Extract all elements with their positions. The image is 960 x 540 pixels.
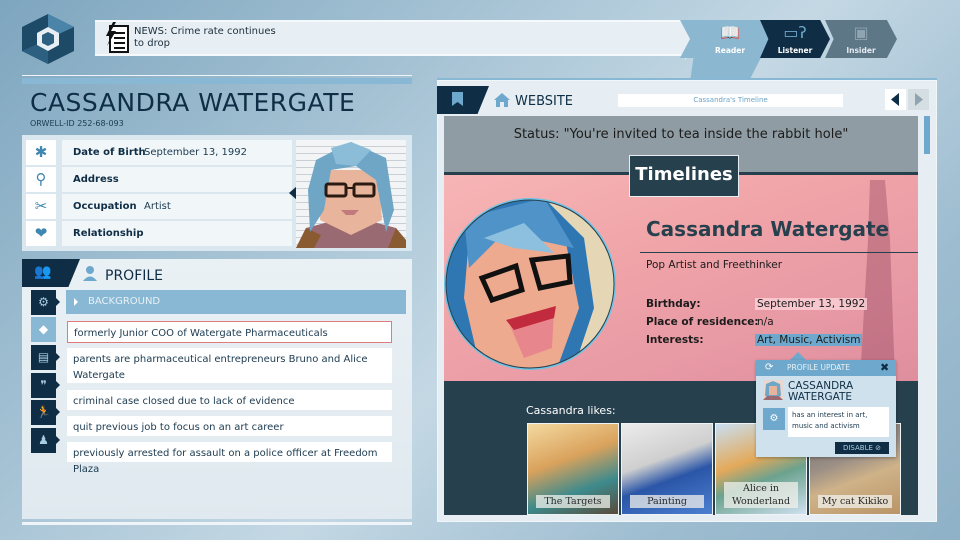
site-profile-name: Cassandra Watergate	[646, 217, 890, 241]
address-bar[interactable]: Cassandra's Timeline	[618, 94, 843, 107]
tower-illustration	[860, 180, 895, 380]
site-profile-subtitle: Pop Artist and Freethinker	[646, 259, 783, 271]
asterisk-icon: ✱	[26, 140, 56, 165]
field-address[interactable]: ⚲ Address	[22, 167, 292, 192]
person-name: CASSANDRA WATERGATE	[30, 88, 356, 117]
hearts-icon: ❤	[26, 221, 56, 246]
fact-item[interactable]: parents are pharmaceutical entrepreneurs…	[67, 348, 392, 383]
mode-switcher: 📖 Reader ▭ʔ Listener ▣ Insider	[0, 20, 960, 58]
field-occupation[interactable]: ✂ Occupation Artist	[22, 194, 292, 219]
monitor-icon: ▣	[853, 23, 869, 42]
like-caption: Painting	[630, 495, 704, 508]
people-icon[interactable]: ♟	[31, 428, 60, 453]
divider	[22, 75, 412, 76]
popup-pointer	[790, 352, 806, 360]
mugshot-photo	[296, 140, 406, 248]
people-icon: 👥	[34, 264, 52, 280]
field-label: Occupation	[62, 194, 292, 219]
notebook-icon[interactable]: ▤	[31, 345, 60, 370]
likes-label: Cassandra likes:	[526, 404, 616, 417]
birthday-value[interactable]: September 13, 1992	[755, 298, 868, 310]
mode-listener-button[interactable]: ▭ʔ Listener	[760, 20, 830, 58]
like-card[interactable]: The Targets	[527, 423, 619, 515]
field-label: Relationship	[62, 221, 292, 246]
caret-right-icon	[74, 298, 78, 306]
close-icon[interactable]: ✖	[880, 361, 889, 374]
divider	[640, 252, 918, 253]
scrollbar[interactable]	[923, 115, 931, 515]
arrow-right-icon	[915, 93, 923, 106]
residence-label: Place of residence:	[646, 316, 759, 328]
running-icon[interactable]: 🏃	[31, 400, 60, 425]
back-button[interactable]	[885, 89, 906, 110]
location-pin-icon: ⚲	[26, 167, 56, 192]
divider	[22, 522, 412, 525]
book-icon: 📖	[720, 23, 740, 42]
popup-message: has an interest in art, music and activi…	[788, 407, 889, 437]
site-logo: Timelines	[629, 155, 739, 197]
fact-item[interactable]: previously arrested for assault on a pol…	[67, 442, 392, 475]
mode-insider-button[interactable]: ▣ Insider	[825, 20, 897, 58]
like-caption: Alice in Wonderland	[724, 482, 798, 508]
bookmark-icon	[452, 92, 463, 106]
fact-item[interactable]: formerly Junior COO of Watergate Pharmac…	[67, 321, 392, 343]
website-title: WEBSITE	[515, 94, 573, 109]
field-value: September 13, 1992	[144, 147, 247, 158]
panel-accent-bar	[22, 78, 412, 84]
arrow-left-icon	[891, 93, 899, 106]
orwell-id: ORWELL-ID 252-68-093	[30, 119, 124, 128]
interests-label: Interests:	[646, 334, 704, 346]
fact-item[interactable]: criminal case closed due to lack of evid…	[67, 390, 392, 410]
field-relationship[interactable]: ❤ Relationship	[22, 221, 292, 246]
popup-title: PROFILE UPDATE	[787, 363, 850, 372]
profile-avatar	[444, 198, 616, 370]
quote-icon[interactable]: ❞	[31, 373, 60, 398]
popup-avatar	[763, 380, 783, 400]
background-section-header[interactable]: BACKGROUND	[66, 290, 406, 314]
person-icon	[83, 266, 97, 281]
field-value: Artist	[144, 201, 171, 212]
tools-icon: ✂	[26, 194, 56, 219]
like-caption: My cat Kikiko	[818, 495, 892, 508]
interests-value[interactable]: Art, Music, Activism	[755, 334, 863, 346]
profile-title: PROFILE	[105, 268, 164, 284]
forward-button[interactable]	[908, 89, 929, 110]
popup-person-name: CASSANDRA WATERGATE	[788, 380, 854, 403]
field-label: Address	[62, 167, 292, 192]
disable-button[interactable]: DISABLE ⊘	[835, 442, 889, 454]
ear-icon: ▭ʔ	[783, 23, 807, 42]
scrollbar-thumb[interactable]	[924, 116, 930, 154]
gears-icon[interactable]: ⚙	[31, 290, 60, 315]
field-date-of-birth[interactable]: ✱ Date of Birth September 13, 1992	[22, 140, 292, 165]
residence-value[interactable]: n/a	[755, 316, 776, 328]
sync-icon: ⟳	[765, 362, 774, 373]
home-icon	[494, 93, 510, 107]
like-card[interactable]: Painting	[621, 423, 713, 515]
birthday-label: Birthday:	[646, 298, 701, 310]
gears-icon: ⚙	[763, 408, 785, 430]
fact-item[interactable]: quit previous job to focus on an art car…	[67, 416, 392, 436]
like-caption: The Targets	[536, 495, 610, 508]
book-icon[interactable]: ◆	[31, 317, 56, 342]
